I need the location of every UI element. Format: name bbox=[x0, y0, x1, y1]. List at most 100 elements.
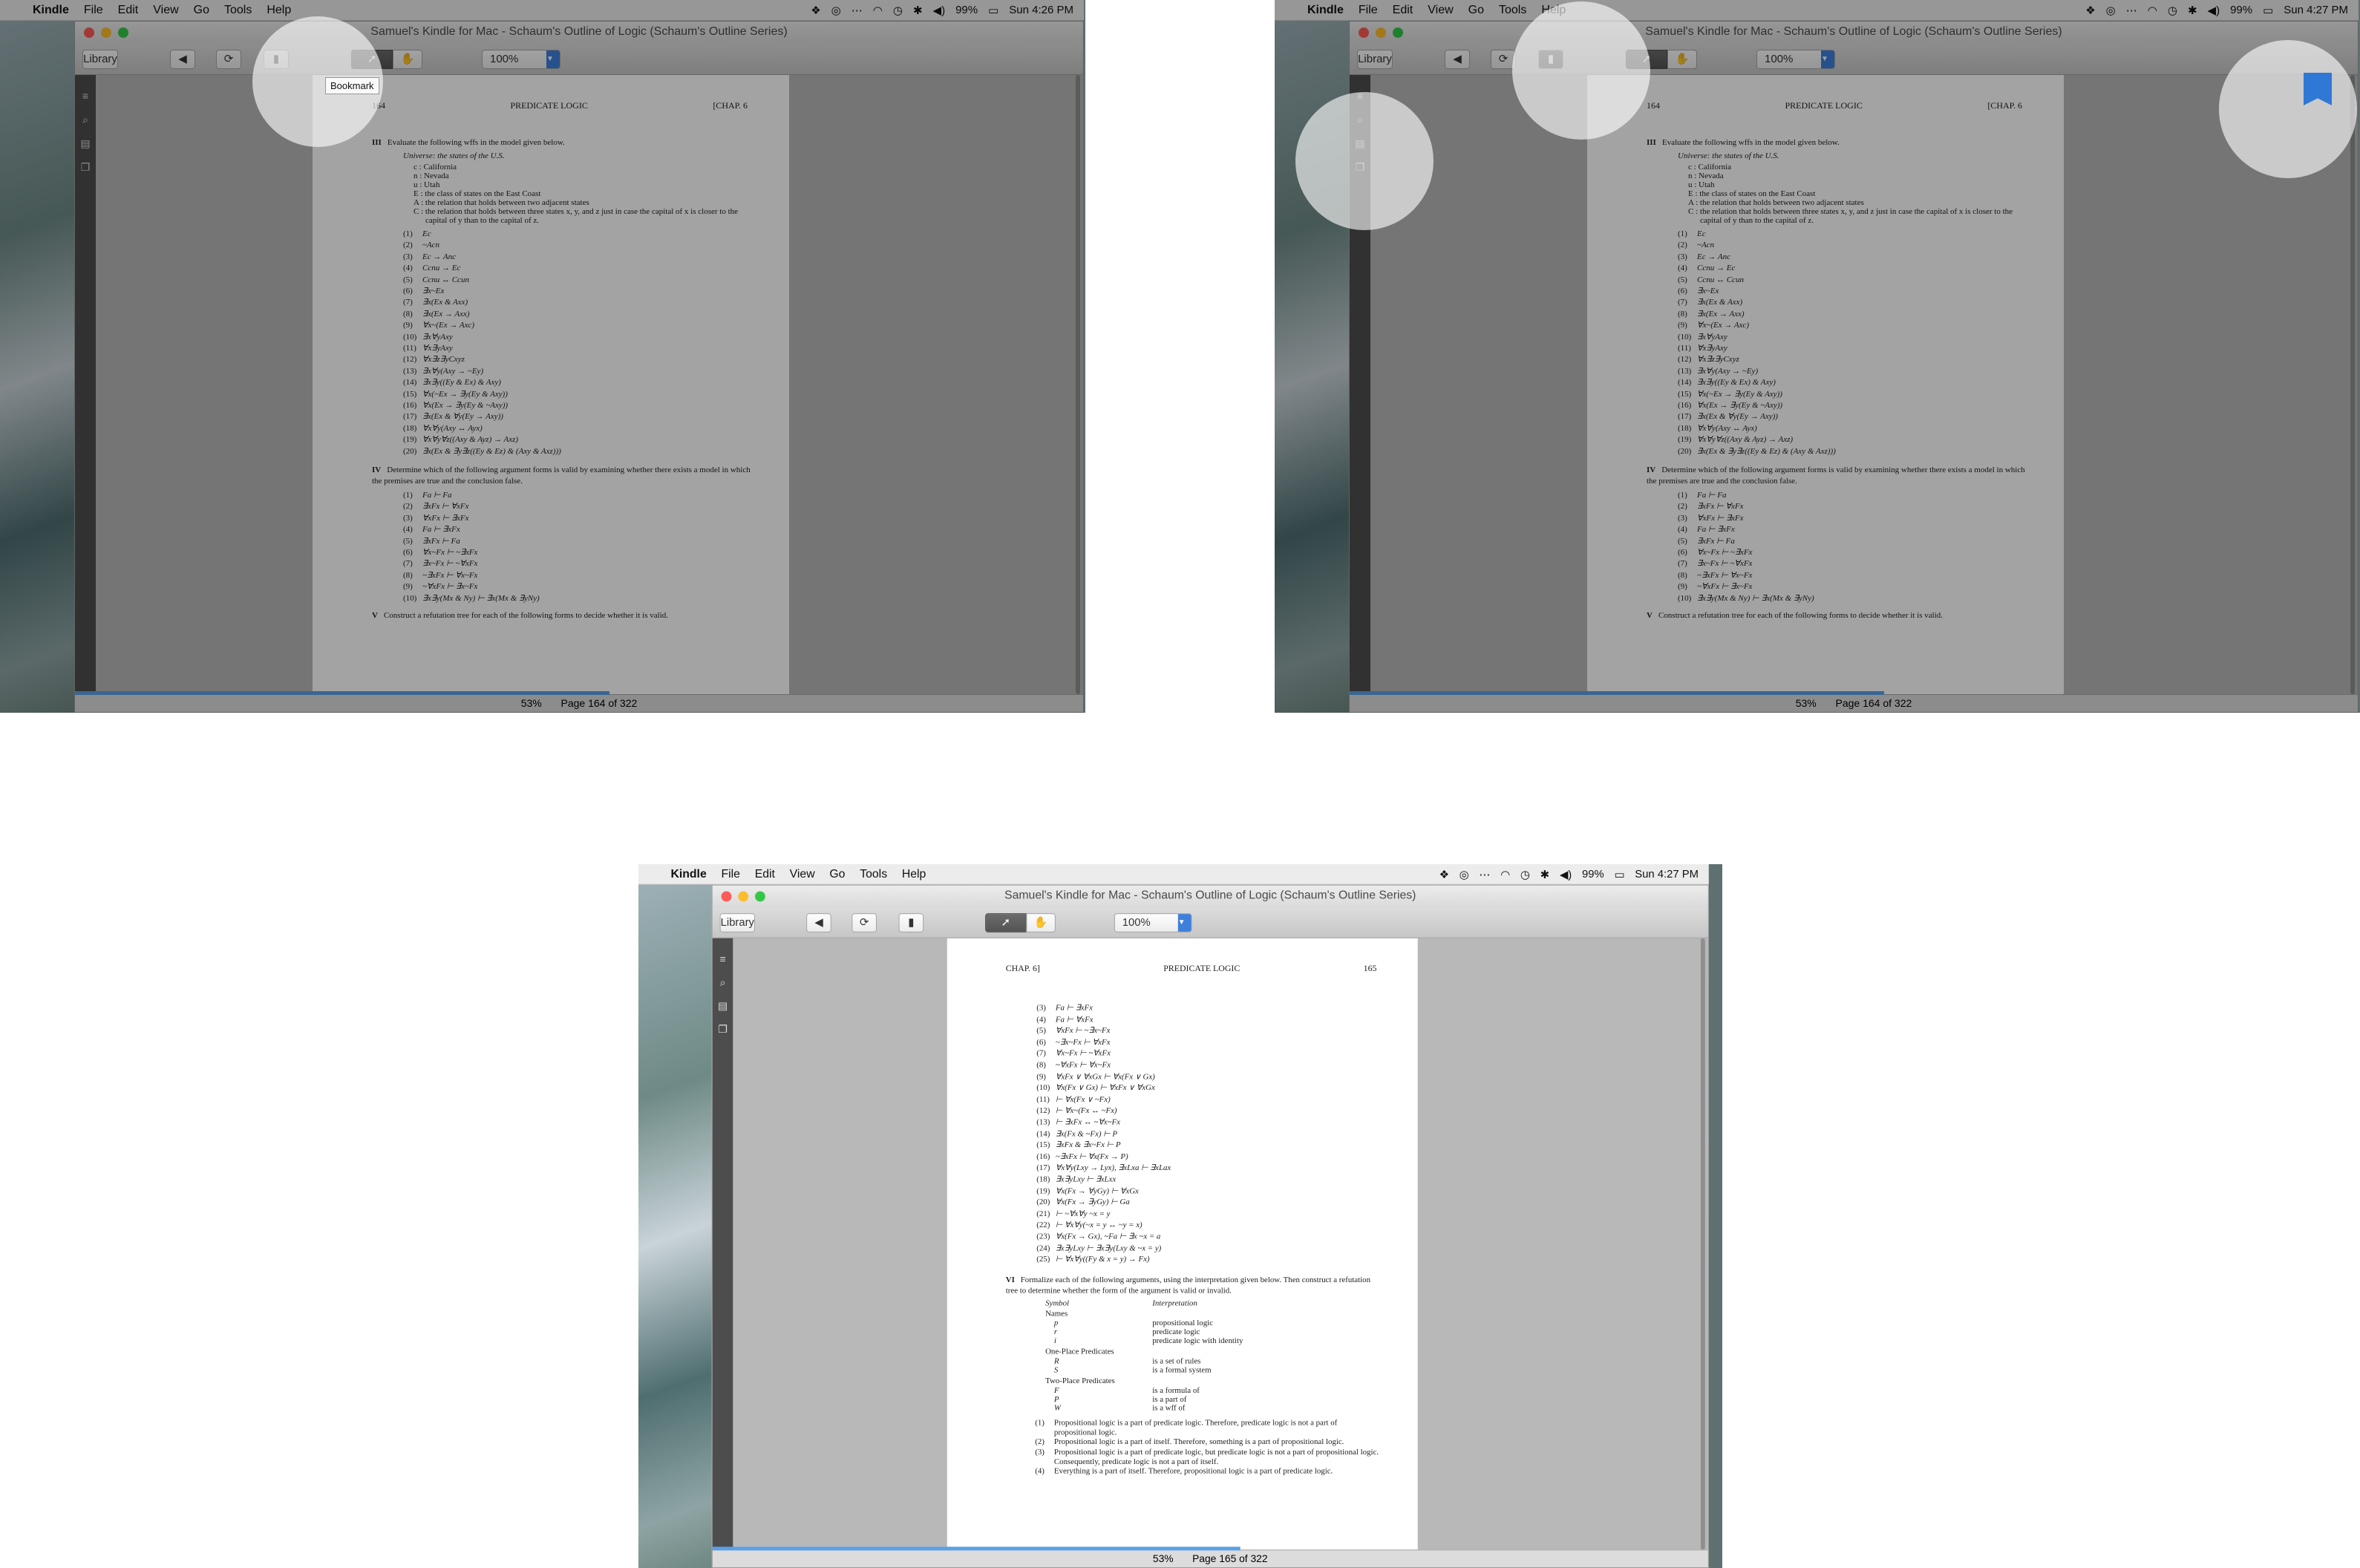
clock[interactable]: Sun 4:27 PM bbox=[2284, 4, 2348, 16]
zoom-select[interactable]: 100% ▼ bbox=[1756, 50, 1835, 69]
left-sidebar: ≡ ⌕ ▤ ❐ bbox=[712, 938, 733, 1568]
dropbox-icon[interactable]: ❖ bbox=[811, 4, 820, 17]
battery-percent[interactable]: 99% bbox=[1582, 868, 1604, 881]
close-button[interactable] bbox=[1359, 27, 1369, 38]
item-number: (17) bbox=[1678, 412, 1692, 422]
zoom-button[interactable] bbox=[118, 27, 128, 38]
time-machine-icon[interactable]: ◷ bbox=[1520, 867, 1530, 881]
reading-area[interactable]: 164 PREDICATE LOGIC [CHAP. 6 III Evaluate th… bbox=[1370, 75, 2358, 694]
notes-icon[interactable]: ▤ bbox=[717, 1000, 729, 1012]
menu-edit[interactable]: Edit bbox=[755, 867, 775, 881]
time-machine-icon[interactable]: ◷ bbox=[2168, 4, 2177, 17]
dropbox-icon[interactable]: ❖ bbox=[2085, 4, 2095, 17]
notes-icon[interactable]: ▤ bbox=[79, 137, 91, 149]
scrollbar[interactable] bbox=[1700, 938, 1705, 1550]
menu-tools[interactable]: Tools bbox=[1499, 4, 1526, 17]
library-button[interactable]: Library bbox=[719, 913, 756, 932]
battery-percent[interactable]: 99% bbox=[955, 4, 978, 16]
library-button[interactable]: Library bbox=[82, 50, 118, 69]
minimize-button[interactable] bbox=[738, 891, 749, 902]
back-arrow-icon: ◀ bbox=[1453, 53, 1462, 65]
sync-button[interactable]: ⟳ bbox=[852, 913, 877, 932]
menu-go[interactable]: Go bbox=[194, 4, 209, 17]
battery-icon[interactable]: ▭ bbox=[988, 4, 998, 17]
item-formula: ∃x(Ex & Axx) bbox=[422, 298, 468, 307]
library-button[interactable]: Library bbox=[1357, 50, 1393, 69]
menu-file[interactable]: File bbox=[721, 867, 739, 881]
wifi-icon[interactable]: ◠ bbox=[1500, 867, 1510, 881]
menu-go[interactable]: Go bbox=[829, 867, 845, 881]
flashcards-icon[interactable]: ❐ bbox=[717, 1023, 729, 1035]
pan-mode-button[interactable]: ✋ bbox=[1026, 913, 1056, 932]
battery-icon[interactable]: ▭ bbox=[2263, 4, 2273, 17]
zoom-select[interactable]: 100% ▼ bbox=[482, 50, 560, 69]
wifi-icon[interactable]: ◠ bbox=[2148, 4, 2157, 17]
sync-button[interactable]: ⟳ bbox=[216, 50, 241, 69]
creative-cloud-icon[interactable]: ◎ bbox=[1460, 867, 1469, 881]
minimize-button[interactable] bbox=[101, 27, 111, 38]
clock[interactable]: Sun 4:26 PM bbox=[1009, 4, 1073, 16]
pan-mode-button[interactable]: ✋ bbox=[1667, 50, 1697, 69]
search-icon[interactable]: ⌕ bbox=[79, 114, 91, 125]
zoom-button[interactable] bbox=[755, 891, 765, 902]
menu-file[interactable]: File bbox=[84, 4, 103, 17]
menu-edit[interactable]: Edit bbox=[118, 4, 139, 17]
menu-help[interactable]: Help bbox=[267, 4, 291, 17]
reading-area[interactable]: 164 PREDICATE LOGIC [CHAP. 6 III Evaluate th… bbox=[96, 75, 1083, 694]
menu-tools[interactable]: Tools bbox=[224, 4, 252, 17]
zoom-button[interactable] bbox=[1393, 27, 1403, 38]
dropbox-icon[interactable]: ❖ bbox=[1439, 867, 1449, 881]
item-number: (20) bbox=[1678, 446, 1692, 456]
menu-view[interactable]: View bbox=[790, 867, 815, 881]
menu-view[interactable]: View bbox=[1428, 4, 1453, 17]
menu-go[interactable]: Go bbox=[1468, 4, 1484, 17]
item-number: (3) bbox=[403, 252, 413, 261]
menu-view[interactable]: View bbox=[153, 4, 178, 17]
menu-tools[interactable]: Tools bbox=[860, 867, 887, 881]
clock[interactable]: Sun 4:27 PM bbox=[1635, 868, 1699, 881]
volume-icon[interactable]: ◀) bbox=[1560, 867, 1572, 881]
exercise-item: (3) ∀xFx ⊢ ∃xFx bbox=[403, 513, 469, 523]
scrollbar[interactable] bbox=[1076, 75, 1080, 694]
bluetooth-icon[interactable]: ✱ bbox=[913, 4, 923, 17]
reading-area[interactable]: CHAP. 6] PREDICATE LOGIC 165 (3) Fa ⊢ ∃xFx (4… bbox=[733, 938, 1708, 1550]
menu-app-name[interactable]: Kindle bbox=[33, 4, 69, 17]
hand-icon: ✋ bbox=[1675, 53, 1690, 65]
scrollbar[interactable] bbox=[2350, 75, 2355, 694]
battery-percent[interactable]: 99% bbox=[2230, 4, 2252, 16]
dots-icon[interactable]: ⋯ bbox=[1479, 867, 1490, 881]
battery-icon[interactable]: ▭ bbox=[1614, 867, 1624, 881]
back-button[interactable]: ◀ bbox=[170, 50, 195, 69]
dots-icon[interactable]: ⋯ bbox=[852, 4, 863, 17]
pan-mode-button[interactable]: ✋ bbox=[393, 50, 422, 69]
back-arrow-icon: ◀ bbox=[178, 53, 187, 65]
zoom-select[interactable]: 100% ▼ bbox=[1114, 913, 1192, 932]
dots-icon[interactable]: ⋯ bbox=[2126, 4, 2137, 17]
menu-app-name[interactable]: Kindle bbox=[670, 867, 706, 881]
running-head: PREDICATE LOGIC bbox=[510, 100, 588, 111]
creative-cloud-icon[interactable]: ◎ bbox=[2106, 4, 2116, 17]
bluetooth-icon[interactable]: ✱ bbox=[1540, 867, 1549, 881]
close-button[interactable] bbox=[84, 27, 94, 38]
wifi-icon[interactable]: ◠ bbox=[873, 4, 883, 17]
close-button[interactable] bbox=[721, 891, 732, 902]
time-machine-icon[interactable]: ◷ bbox=[893, 4, 903, 17]
bookmark-button[interactable]: ▮ bbox=[898, 913, 924, 932]
select-mode-button[interactable]: ➚ bbox=[985, 913, 1027, 932]
bluetooth-icon[interactable]: ✱ bbox=[2188, 4, 2197, 17]
toc-icon[interactable]: ≡ bbox=[79, 90, 91, 102]
volume-icon[interactable]: ◀) bbox=[933, 4, 946, 17]
creative-cloud-icon[interactable]: ◎ bbox=[831, 4, 841, 17]
menu-edit[interactable]: Edit bbox=[1393, 4, 1413, 17]
item-formula: ⊢ ∀x(Fx ∨ ~Fx) bbox=[1055, 1094, 1111, 1104]
minimize-button[interactable] bbox=[1376, 27, 1386, 38]
search-icon[interactable]: ⌕ bbox=[717, 976, 729, 988]
back-button[interactable]: ◀ bbox=[1445, 50, 1470, 69]
back-button[interactable]: ◀ bbox=[806, 913, 831, 932]
volume-icon[interactable]: ◀) bbox=[2208, 4, 2220, 17]
toc-icon[interactable]: ≡ bbox=[717, 953, 729, 964]
menu-file[interactable]: File bbox=[1359, 4, 1378, 17]
flashcards-icon[interactable]: ❐ bbox=[79, 161, 91, 173]
menu-help[interactable]: Help bbox=[902, 867, 926, 881]
menu-app-name[interactable]: Kindle bbox=[1307, 4, 1344, 17]
